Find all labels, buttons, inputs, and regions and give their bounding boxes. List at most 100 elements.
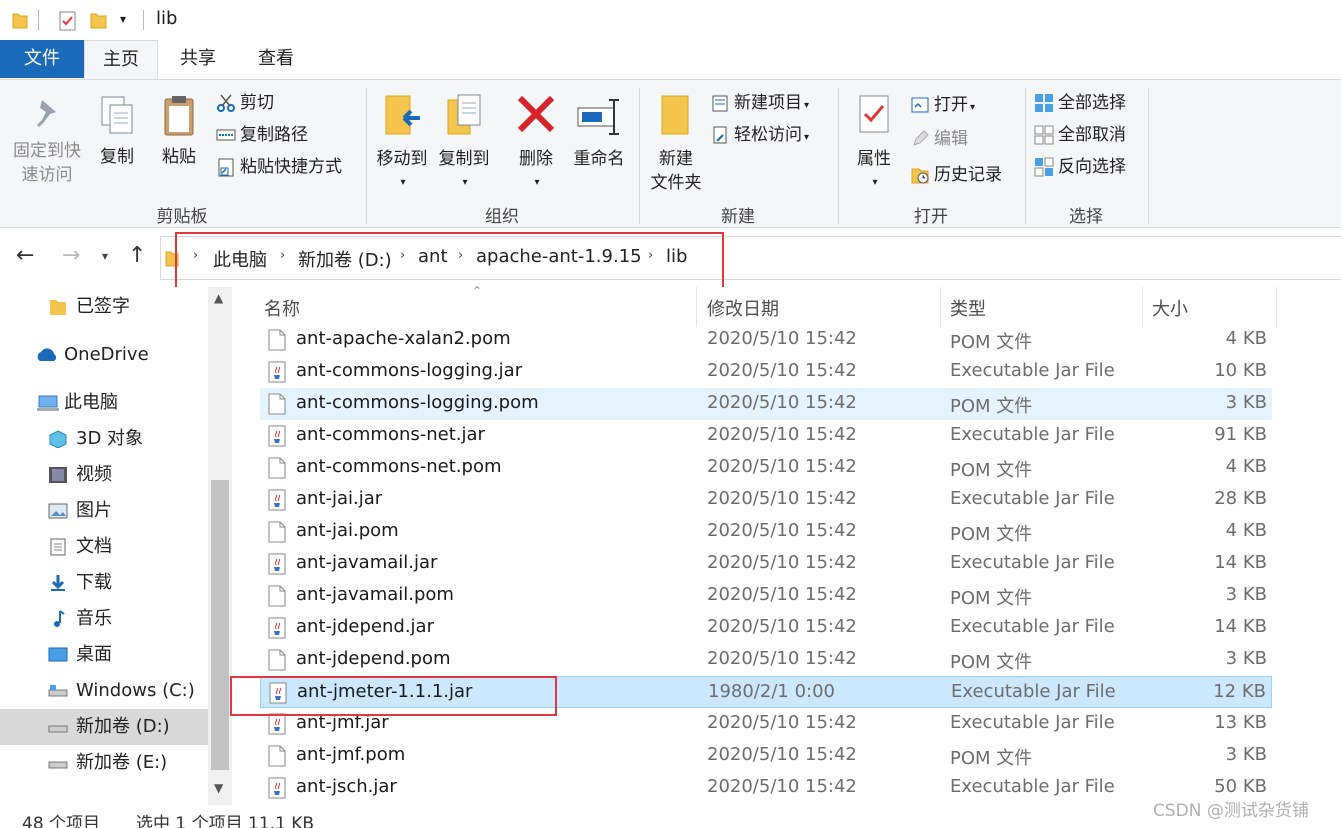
rename-label: 重命名 <box>573 149 625 169</box>
tab-home[interactable]: 主页 <box>84 40 158 80</box>
nav-item-downloads[interactable]: 下载 <box>0 565 208 601</box>
file-type: Executable Jar File <box>951 681 1116 702</box>
cut-label: 剪切 <box>240 93 274 113</box>
highlight-box-file <box>230 676 557 716</box>
column-divider[interactable] <box>1142 287 1143 327</box>
table-row[interactable]: ant-jai.pom 2020/5/10 15:42 POM 文件 4 KB <box>260 516 1272 548</box>
table-row[interactable]: ant-commons-logging.pom 2020/5/10 15:42 PO… <box>260 388 1272 420</box>
nav-item-videos[interactable]: 视频 <box>0 457 208 493</box>
chevron-down-icon: ▾ <box>400 177 406 188</box>
new-folder-button[interactable]: 新建 文件夹 <box>645 92 707 195</box>
table-row[interactable]: ant-jdepend.pom 2020/5/10 15:42 POM 文件 3 KB <box>260 644 1272 676</box>
nav-item-desktop[interactable]: 桌面 <box>0 637 208 673</box>
file-name: ant-jmf.pom <box>296 744 406 765</box>
history-button[interactable]: 历史记录 <box>910 160 1002 190</box>
column-divider[interactable] <box>1276 287 1277 327</box>
forward-arrow-icon[interactable]: → <box>62 243 80 268</box>
paste-shortcut-button[interactable]: 粘贴快捷方式 <box>216 152 342 182</box>
nav-item-signed[interactable]: 已签字 <box>0 289 208 325</box>
copy-button[interactable]: 复制 <box>92 94 142 169</box>
back-arrow-icon[interactable]: ← <box>16 243 34 268</box>
easy-access-button[interactable]: 轻松访问 ▾ <box>710 120 809 150</box>
edit-button[interactable]: 编辑 <box>910 124 968 154</box>
scroll-up-icon[interactable]: ▲ <box>214 291 223 305</box>
file-size: 50 KB <box>1214 776 1267 797</box>
move-to-button[interactable]: 移动到 ▾ <box>372 92 432 195</box>
table-row[interactable]: ant-javamail.jar 2020/5/10 15:42 Executabl… <box>260 548 1272 580</box>
properties-button[interactable]: 属性 ▾ <box>846 92 902 195</box>
scrollbar-thumb[interactable] <box>211 480 229 770</box>
file-icon <box>268 521 286 543</box>
table-row[interactable]: ant-commons-net.jar 2020/5/10 15:42 Execut… <box>260 420 1272 452</box>
column-header-size[interactable]: 大小 <box>1152 295 1188 321</box>
tab-file[interactable]: 文件 <box>0 40 84 78</box>
nav-item-3d-objects[interactable]: 3D 对象 <box>0 421 208 457</box>
column-header-type[interactable]: 类型 <box>950 295 986 321</box>
table-row[interactable]: ant-jdepend.jar 2020/5/10 15:42 Executable… <box>260 612 1272 644</box>
file-name: ant-apache-xalan2.pom <box>296 328 511 349</box>
move-to-icon <box>385 95 420 135</box>
copy-path-button[interactable]: 复制路径 <box>216 120 308 150</box>
select-none-button[interactable]: 全部取消 <box>1034 120 1126 150</box>
file-size: 3 KB <box>1225 744 1267 765</box>
nav-scrollbar[interactable]: ▲ ▼ <box>208 287 232 805</box>
column-divider[interactable] <box>696 287 697 327</box>
new-item-button[interactable]: 新建项目 ▾ <box>710 88 809 118</box>
table-row[interactable]: ant-jmf.pom 2020/5/10 15:42 POM 文件 3 KB <box>260 740 1272 772</box>
table-row[interactable]: ant-javamail.pom 2020/5/10 15:42 POM 文件 3 K… <box>260 580 1272 612</box>
group-label-select: 选择 <box>1069 207 1103 227</box>
tab-view[interactable]: 查看 <box>240 40 312 78</box>
column-header-name[interactable]: 名称 <box>264 295 300 321</box>
customize-quick-access-icon[interactable]: ▾ <box>120 12 126 26</box>
pin-to-quick-access-button[interactable]: 固定到快 速访问 <box>6 96 88 187</box>
history-icon <box>911 168 929 184</box>
paste-shortcut-label: 粘贴快捷方式 <box>240 157 342 177</box>
invert-selection-button[interactable]: 反向选择 <box>1034 152 1126 182</box>
nav-item-drive-d[interactable]: 新加卷 (D:) <box>0 709 208 745</box>
file-type: POM 文件 <box>950 652 1033 673</box>
group-label-clipboard: 剪贴板 <box>156 207 208 227</box>
file-type: Executable Jar File <box>950 488 1115 509</box>
column-header-date[interactable]: 修改日期 <box>707 295 779 321</box>
nav-item-music[interactable]: 音乐 <box>0 601 208 637</box>
properties-label: 属性 <box>857 149 891 169</box>
table-row[interactable]: ant-jai.jar 2020/5/10 15:42 Executable Jar… <box>260 484 1272 516</box>
nav-item-pictures[interactable]: 图片 <box>0 493 208 529</box>
file-date: 2020/5/10 15:42 <box>707 552 857 573</box>
address-row: ← → ▾ ↑ › 此电脑 › 新加卷 (D:) › ant › apache-… <box>0 229 1341 291</box>
new-folder-icon[interactable] <box>90 10 108 30</box>
chevron-down-icon: ▾ <box>534 177 540 188</box>
properties-icon <box>859 95 889 133</box>
cloud-icon <box>37 348 57 361</box>
select-all-button[interactable]: 全部选择 <box>1034 88 1126 118</box>
chevron-down-icon: ▾ <box>872 177 878 188</box>
table-row[interactable]: ant-commons-net.pom 2020/5/10 15:42 POM 文件… <box>260 452 1272 484</box>
scroll-down-icon[interactable]: ▼ <box>214 781 223 795</box>
up-arrow-icon[interactable]: ↑ <box>128 243 146 268</box>
table-row[interactable]: ant-apache-xalan2.pom 2020/5/10 15:42 POM … <box>260 324 1272 356</box>
nav-item-this-pc[interactable]: 此电脑 <box>0 385 208 421</box>
file-size: 10 KB <box>1214 360 1267 381</box>
copy-to-button[interactable]: 复制到 ▾ <box>434 92 494 195</box>
nav-item-drive-c[interactable]: Windows (C:) <box>0 673 208 709</box>
nav-item-drive-e[interactable]: 新加卷 (E:) <box>0 745 208 781</box>
rename-button[interactable]: 重命名 <box>568 92 630 171</box>
paste-button[interactable]: 粘贴 <box>154 94 204 169</box>
column-divider[interactable] <box>940 287 941 327</box>
status-selection: 选中 1 个项目 11.1 KB <box>136 814 315 828</box>
recent-locations-icon[interactable]: ▾ <box>102 249 108 263</box>
file-date: 2020/5/10 15:42 <box>707 488 857 509</box>
nav-item-onedrive[interactable]: OneDrive <box>0 337 208 373</box>
open-button[interactable]: 打开 ▾ <box>910 90 975 120</box>
tab-share[interactable]: 共享 <box>162 40 234 78</box>
table-row[interactable]: ant-jsch.jar 2020/5/10 15:42 Executable Ja… <box>260 772 1272 804</box>
nav-item-documents[interactable]: 文档 <box>0 529 208 565</box>
file-type: POM 文件 <box>950 524 1033 545</box>
properties-icon[interactable] <box>58 10 78 32</box>
file-type: Executable Jar File <box>950 552 1115 573</box>
drive-icon <box>48 685 68 697</box>
delete-button[interactable]: 删除 ▾ <box>508 92 564 195</box>
chevron-down-icon: ▾ <box>462 177 468 188</box>
table-row[interactable]: ant-commons-logging.jar 2020/5/10 15:42 Ex… <box>260 356 1272 388</box>
cut-button[interactable]: 剪切 <box>216 88 274 118</box>
